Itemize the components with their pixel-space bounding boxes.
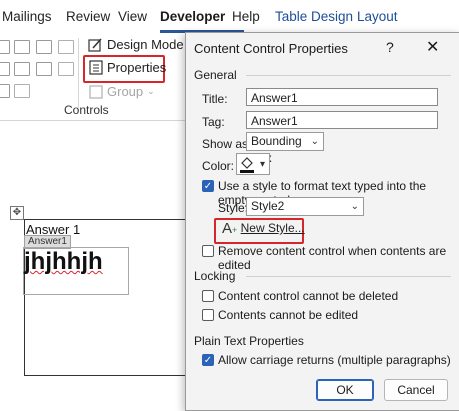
general-section-label: General	[194, 68, 237, 82]
color-picker-button[interactable]: ▾	[236, 153, 270, 175]
tab-table-design[interactable]: Table Design	[275, 9, 353, 24]
building-block-icon[interactable]	[36, 40, 52, 54]
show-as-label: Show as:	[202, 137, 252, 151]
legacy-tools-icon[interactable]	[0, 84, 10, 98]
repeating-section-icon	[58, 62, 74, 76]
lock-edit-label: Contents cannot be edited	[218, 308, 359, 322]
ok-button[interactable]: OK	[316, 379, 374, 401]
color-label: Color:	[202, 159, 235, 173]
tab-review[interactable]: Review	[66, 9, 110, 24]
new-style-icon: A	[222, 220, 233, 237]
locking-divider	[246, 276, 451, 277]
style-label: Style:	[218, 201, 249, 215]
design-mode-label: Design Mode	[107, 37, 184, 52]
tab-mailings[interactable]: Mailings	[2, 9, 52, 24]
lock-delete-label: Content control cannot be deleted	[218, 289, 399, 303]
properties-icon	[89, 60, 103, 75]
properties-label: Properties	[107, 60, 167, 75]
style-select[interactable]: Style2 ⌄	[246, 197, 364, 216]
caret-down-icon: ▾	[259, 159, 265, 170]
tag-label: Tag:	[202, 115, 225, 129]
cancel-button[interactable]: Cancel	[384, 379, 448, 401]
group-icon	[89, 84, 103, 99]
group-label: Group	[107, 84, 144, 99]
design-mode-button[interactable]: Design Mode	[88, 37, 184, 52]
tab-view[interactable]: View	[118, 9, 147, 24]
ribbon-separator	[78, 38, 79, 108]
design-mode-icon	[88, 38, 102, 52]
title-label: Title:	[202, 92, 228, 106]
title-input[interactable]: Answer1	[246, 88, 438, 106]
paint-bucket-icon	[240, 157, 254, 173]
use-style-checkbox[interactable]: ✓	[202, 180, 214, 192]
content-control-text[interactable]: jhjhhjh	[24, 248, 103, 276]
properties-button[interactable]: Properties	[89, 60, 166, 75]
combo-box-icon[interactable]	[0, 62, 10, 76]
plus-icon: +	[232, 225, 238, 235]
chevron-down-icon: ⌄	[147, 86, 155, 96]
show-as-select[interactable]: Bounding Box ⌄	[246, 132, 324, 165]
lock-edit-checkbox[interactable]	[202, 309, 214, 321]
remove-cc-label: Remove content control when contents are…	[218, 244, 447, 272]
general-divider	[246, 75, 451, 76]
content-control-properties-dialog: Content Control Properties ? ✕ General T…	[185, 32, 459, 411]
controls-group-label: Controls	[64, 103, 109, 117]
legacy-dropdown-icon	[14, 84, 30, 98]
locking-section-label: Locking	[194, 269, 236, 283]
tab-help[interactable]: Help	[232, 9, 260, 24]
style-value: Style2	[251, 199, 285, 213]
table-move-handle-icon[interactable]: ✥	[10, 206, 24, 220]
dialog-title: Content Control Properties	[194, 41, 348, 56]
new-style-button[interactable]: A+ New Style...	[222, 220, 305, 237]
dropdown-list-icon[interactable]	[14, 62, 30, 76]
chevron-down-icon: ⌄	[350, 201, 359, 212]
text-control-icon[interactable]	[0, 40, 10, 54]
tab-layout[interactable]: Layout	[357, 9, 398, 24]
help-button[interactable]: ?	[386, 39, 394, 55]
plain-text-section-label: Plain Text Properties	[194, 334, 304, 348]
close-button[interactable]: ✕	[426, 37, 439, 57]
disabled-control-icon	[58, 40, 74, 54]
tab-developer[interactable]: Developer	[160, 9, 225, 24]
chevron-down-icon: ⌄	[310, 136, 319, 147]
group-button: Group ⌄	[89, 84, 155, 99]
tag-input[interactable]: Answer1	[246, 111, 438, 129]
date-picker-icon[interactable]	[36, 62, 52, 76]
allow-returns-label: Allow carriage returns (multiple paragra…	[218, 353, 451, 367]
new-style-label: New Style...	[240, 221, 305, 235]
allow-returns-checkbox[interactable]: ✓	[202, 354, 214, 366]
picture-control-icon[interactable]	[14, 40, 30, 54]
lock-delete-checkbox[interactable]	[202, 290, 214, 302]
remove-cc-checkbox[interactable]	[202, 245, 214, 257]
